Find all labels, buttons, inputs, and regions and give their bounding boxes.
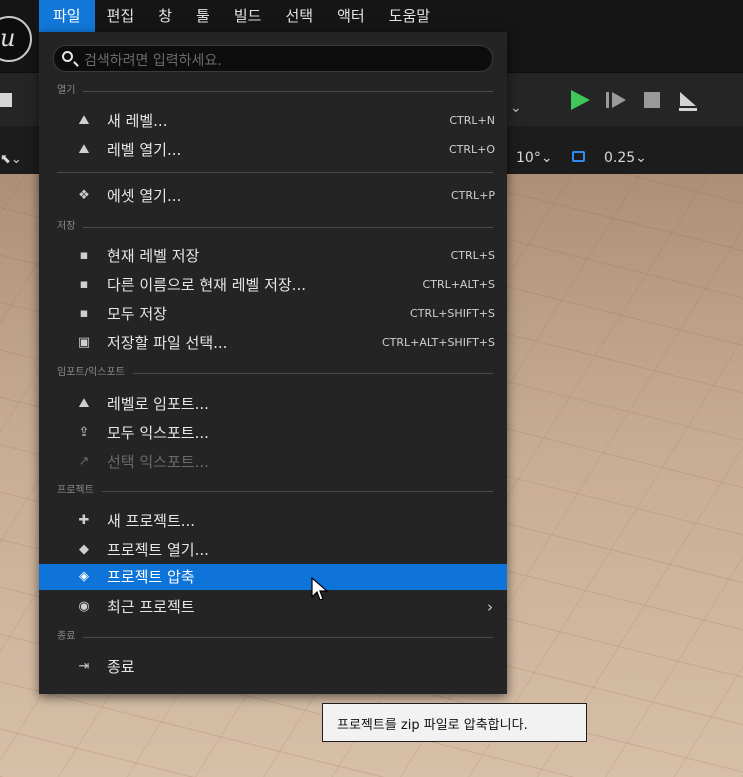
choose-files-icon: ▣ (77, 335, 91, 350)
step-icon[interactable] (604, 88, 628, 112)
menu-item-shortcut: CTRL+SHIFT+S (410, 307, 495, 320)
tooltip-text: 프로젝트를 zip 파일로 압축합니다. (337, 718, 528, 733)
scale-snap-icon[interactable] (572, 151, 585, 162)
menu-item-label: 모두 익스포트... (107, 424, 209, 442)
menu-item-open-asset[interactable]: ❖ 에셋 열기... CTRL+P (39, 183, 507, 209)
search-icon (62, 51, 73, 62)
section-import-export-label: 임포트/익스포트 (57, 366, 133, 380)
scale-snap-value[interactable]: 0.25⌄ (604, 150, 647, 166)
section-import-export: 임포트/익스포트 (57, 366, 493, 380)
menu-item-shortcut: CTRL+P (450, 189, 495, 202)
save-as-icon: ▪ (79, 277, 89, 292)
export-icon: ⇪ (78, 425, 90, 440)
unreal-logo: u (0, 16, 32, 62)
new-level-icon: ⛰ (78, 113, 90, 128)
section-save-label: 저장 (57, 220, 84, 234)
save-all-icon: ▪ (79, 306, 89, 321)
chevron-down-icon: ⌄ (635, 150, 647, 166)
menu-item-label: 모두 저장 (107, 305, 167, 323)
section-project: 프로젝트 (57, 484, 493, 498)
menu-window[interactable]: 창 (146, 0, 184, 32)
menu-item-label: 저장할 파일 선택... (107, 334, 228, 352)
menu-item-label: 현재 레벨 저장 (107, 247, 200, 265)
select-mode-icon[interactable]: ⬉⌄ (0, 152, 22, 167)
menu-actor[interactable]: 액터 (325, 0, 377, 32)
menu-search-input[interactable]: 검색하려면 입력하세요. (53, 45, 493, 72)
scale-snap-label: 0.25 (604, 150, 636, 166)
section-open: 열기 (57, 84, 493, 98)
menu-item-label: 에셋 열기... (107, 187, 182, 205)
section-project-label: 프로젝트 (57, 484, 102, 498)
menu-item-recent-projects[interactable]: ◉ 최근 프로젝트 › (39, 594, 507, 620)
asset-icon: ❖ (78, 188, 90, 203)
menu-item-label: 새 레벨... (107, 112, 168, 130)
menu-item-label: 프로젝트 압축 (107, 568, 195, 586)
section-open-label: 열기 (57, 84, 84, 98)
menu-item-export-selected: ↗ 선택 익스포트... (39, 449, 507, 475)
zip-project-icon: ◈ (79, 569, 89, 584)
menu-item-choose-files-to-save[interactable]: ▣ 저장할 파일 선택... CTRL+ALT+SHIFT+S (39, 330, 507, 356)
menu-item-label: 종료 (107, 658, 135, 676)
chevron-down-icon: ⌄ (540, 150, 553, 166)
menu-item-import-into-level[interactable]: ⛰ 레벨로 임포트... (39, 391, 507, 417)
menu-item-open-project[interactable]: ◆ 프로젝트 열기... (39, 537, 507, 563)
play-icon[interactable] (568, 88, 592, 112)
section-save: 저장 (57, 220, 493, 234)
menu-item-shortcut: CTRL+ALT+SHIFT+S (381, 336, 495, 349)
menu-item-open-level[interactable]: ⛰ 레벨 열기... CTRL+O (39, 137, 507, 163)
menu-build[interactable]: 빌드 (222, 0, 274, 32)
open-level-icon: ⛰ (78, 142, 90, 157)
menu-file[interactable]: 파일 (39, 0, 95, 32)
menu-item-save-current-level[interactable]: ▪ 현재 레벨 저장 CTRL+S (39, 243, 507, 269)
recent-projects-icon: ◉ (78, 599, 90, 614)
menu-item-label: 다른 이름으로 현재 레벨 저장... (107, 276, 306, 294)
menu-item-shortcut: CTRL+S (450, 249, 495, 262)
menu-select[interactable]: 선택 (273, 0, 325, 32)
chevron-down-icon[interactable]: ⌄ (510, 100, 522, 116)
main-menu-bar: 파일 편집 창 툴 빌드 선택 액터 도움말 (39, 0, 442, 32)
rotation-snap-label: 10° (516, 150, 541, 166)
chevron-right-icon: › (487, 598, 493, 616)
menu-item-label: 새 프로젝트... (107, 512, 196, 530)
save-icon: ▪ (79, 248, 89, 263)
menu-edit[interactable]: 편집 (95, 0, 147, 32)
menu-item-label: 레벨 열기... (107, 141, 182, 159)
export-selected-icon: ↗ (78, 454, 90, 469)
menu-item-save-all[interactable]: ▪ 모두 저장 CTRL+SHIFT+S (39, 301, 507, 327)
menu-item-new-level[interactable]: ⛰ 새 레벨... CTRL+N (39, 108, 507, 134)
stop-icon[interactable] (640, 88, 664, 112)
menu-divider (57, 172, 493, 173)
import-icon: ⛰ (78, 396, 90, 411)
file-menu-dropdown: 검색하려면 입력하세요. 열기 ⛰ 새 레벨... CTRL+N ⛰ 레벨 열기… (39, 32, 507, 694)
menu-item-zip-project[interactable]: ◈ 프로젝트 압축 (39, 564, 507, 590)
menu-item-exit[interactable]: ⇥ 종료 (39, 654, 507, 680)
menu-item-shortcut: CTRL+O (448, 143, 495, 156)
menu-item-shortcut: CTRL+N (449, 114, 495, 127)
new-project-icon: ✚ (78, 513, 90, 528)
rotation-snap-value[interactable]: 10°⌄ (516, 150, 553, 166)
section-exit-label: 종료 (57, 630, 84, 644)
menu-item-label: 프로젝트 열기... (107, 541, 209, 559)
menu-help[interactable]: 도움말 (377, 0, 442, 32)
section-exit: 종료 (57, 630, 493, 644)
menu-item-label: 레벨로 임포트... (107, 395, 209, 413)
search-placeholder: 검색하려면 입력하세요. (84, 53, 222, 69)
menu-tools[interactable]: 툴 (184, 0, 222, 32)
mouse-cursor-icon (311, 577, 329, 601)
save-icon[interactable] (0, 93, 12, 107)
open-project-icon: ◆ (79, 542, 89, 557)
menu-item-shortcut: CTRL+ALT+S (422, 278, 495, 291)
menu-item-label: 선택 익스포트... (107, 453, 209, 471)
exit-icon: ⇥ (78, 659, 90, 674)
menu-item-save-as[interactable]: ▪ 다른 이름으로 현재 레벨 저장... CTRL+ALT+S (39, 272, 507, 298)
menu-item-export-all[interactable]: ⇪ 모두 익스포트... (39, 420, 507, 446)
menu-item-label: 최근 프로젝트 (107, 598, 195, 616)
eject-icon[interactable] (676, 88, 700, 112)
play-controls (568, 82, 700, 118)
tooltip: 프로젝트를 zip 파일로 압축합니다. (322, 703, 587, 742)
menu-item-new-project[interactable]: ✚ 새 프로젝트... (39, 508, 507, 534)
